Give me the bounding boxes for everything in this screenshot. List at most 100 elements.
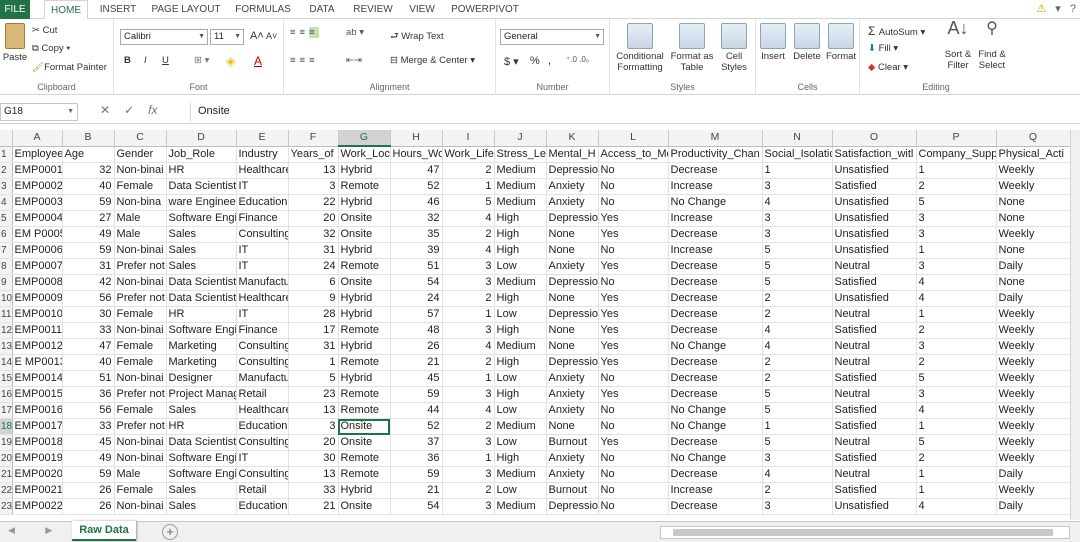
row-header[interactable]: 10 <box>0 290 13 307</box>
cell[interactable]: IT <box>236 450 289 467</box>
cell[interactable]: Satisfied <box>832 274 917 291</box>
cell[interactable]: Female <box>114 354 167 371</box>
column-header[interactable]: J <box>494 130 547 147</box>
cell[interactable]: Medium <box>494 162 547 179</box>
check-icon[interactable]: ✓ <box>124 103 148 117</box>
cell[interactable]: 2 <box>916 450 997 467</box>
cell[interactable]: Decrease <box>668 434 763 451</box>
cell[interactable]: IT <box>236 306 289 323</box>
column-header[interactable]: L <box>598 130 669 147</box>
cell[interactable]: Yes <box>598 210 669 227</box>
cell[interactable]: 32 <box>288 226 339 243</box>
cell[interactable]: No <box>598 370 669 387</box>
cell[interactable]: Sales <box>166 482 237 499</box>
cell[interactable]: Social_Isolatic <box>762 146 833 163</box>
cell[interactable]: None <box>546 418 599 435</box>
cell[interactable]: Weekly <box>996 386 1071 403</box>
cell[interactable]: Healthcare <box>236 162 289 179</box>
italic-button[interactable]: I <box>144 55 147 66</box>
cell[interactable]: Non-binai <box>114 322 167 339</box>
cell[interactable]: Onsite <box>338 418 391 435</box>
cell[interactable]: 4 <box>442 338 495 355</box>
cell[interactable]: None <box>996 210 1071 227</box>
row-header[interactable]: 16 <box>0 386 13 403</box>
cell[interactable]: Remote <box>338 258 391 275</box>
cell[interactable]: Anxiety <box>546 178 599 195</box>
cell[interactable]: High <box>494 226 547 243</box>
cell[interactable]: Yes <box>598 354 669 371</box>
cell[interactable]: 22 <box>288 194 339 211</box>
cell[interactable]: EMP0019 <box>12 450 63 467</box>
cell[interactable]: 5 <box>762 402 833 419</box>
cell[interactable]: EMP0022 <box>12 498 63 515</box>
cell[interactable]: 4 <box>916 498 997 515</box>
cell[interactable]: 2 <box>762 290 833 307</box>
cell[interactable]: Neutral <box>832 466 917 483</box>
conditional-formatting-button[interactable]: Conditional Formatting <box>612 23 668 73</box>
cell[interactable]: Increase <box>668 482 763 499</box>
cell[interactable]: Increase <box>668 242 763 259</box>
cell[interactable]: 5 <box>442 194 495 211</box>
cell[interactable]: 5 <box>288 370 339 387</box>
cell[interactable]: Depressio <box>546 498 599 515</box>
tab-insert[interactable]: INSERT <box>95 0 141 19</box>
cell[interactable]: Non-binai <box>114 498 167 515</box>
cell[interactable]: Unsatisfied <box>832 194 917 211</box>
cell[interactable]: EMP0006 <box>12 242 63 259</box>
cell[interactable]: Healthcare <box>236 290 289 307</box>
cell[interactable]: 52 <box>390 418 443 435</box>
cell[interactable]: 5 <box>762 386 833 403</box>
cell[interactable]: 6 <box>288 274 339 291</box>
cell[interactable]: Decrease <box>668 226 763 243</box>
row-header[interactable]: 18 <box>0 418 13 435</box>
chevron-down-icon[interactable]: ▾ <box>1055 3 1061 15</box>
cell[interactable]: Hours_Wo <box>390 146 443 163</box>
clear-button[interactable]: ◆ Clear ▾ <box>868 62 908 73</box>
cell[interactable]: Mental_H <box>546 146 599 163</box>
cell[interactable]: 4 <box>442 402 495 419</box>
cell[interactable]: 1 <box>442 370 495 387</box>
cell[interactable]: 56 <box>62 290 115 307</box>
cell[interactable]: Non-binai <box>114 370 167 387</box>
bottom-align-icon[interactable]: ≡ <box>309 27 319 38</box>
find-select-button[interactable]: ⚲ Find & Select <box>974 21 1010 72</box>
cell[interactable]: 33 <box>62 322 115 339</box>
cell[interactable]: Education <box>236 498 289 515</box>
cell[interactable]: Onsite <box>338 226 391 243</box>
cell[interactable]: Job_Role <box>166 146 237 163</box>
cell[interactable]: Hybrid <box>338 290 391 307</box>
cell[interactable]: 5 <box>762 274 833 291</box>
cell[interactable]: Retail <box>236 386 289 403</box>
cell[interactable]: IT <box>236 258 289 275</box>
row-header[interactable]: 7 <box>0 242 13 259</box>
cell[interactable]: 2 <box>442 226 495 243</box>
orientation-icon[interactable]: ab ▾ <box>346 27 364 38</box>
cell[interactable]: Female <box>114 482 167 499</box>
cell[interactable]: Yes <box>598 306 669 323</box>
cell[interactable]: No <box>598 178 669 195</box>
cell[interactable]: EMP0015 <box>12 386 63 403</box>
cell[interactable]: EMP0002 <box>12 178 63 195</box>
cell[interactable]: 32 <box>62 162 115 179</box>
column-header[interactable]: P <box>916 130 997 147</box>
shrink-font-button[interactable]: A˅ <box>266 31 277 41</box>
row-header[interactable]: 22 <box>0 482 13 499</box>
cell[interactable]: 27 <box>62 210 115 227</box>
cell[interactable]: Anxiety <box>546 370 599 387</box>
cell[interactable]: 30 <box>62 306 115 323</box>
cell[interactable]: Weekly <box>996 370 1071 387</box>
cell[interactable]: Female <box>114 402 167 419</box>
cell[interactable]: 4 <box>762 194 833 211</box>
cell[interactable]: Daily <box>996 498 1071 515</box>
column-header[interactable]: D <box>166 130 237 147</box>
row-header[interactable]: 21 <box>0 466 13 483</box>
row-header[interactable]: 3 <box>0 178 13 195</box>
format-button[interactable]: Format <box>824 23 858 62</box>
cell[interactable]: Remote <box>338 466 391 483</box>
cell[interactable]: Prefer not <box>114 290 167 307</box>
cell[interactable]: 4 <box>442 242 495 259</box>
cell[interactable]: Consulting <box>236 338 289 355</box>
top-align-icon[interactable]: ≡≡≡ <box>290 27 319 38</box>
cell[interactable]: 2 <box>762 306 833 323</box>
cell[interactable]: Medium <box>494 418 547 435</box>
